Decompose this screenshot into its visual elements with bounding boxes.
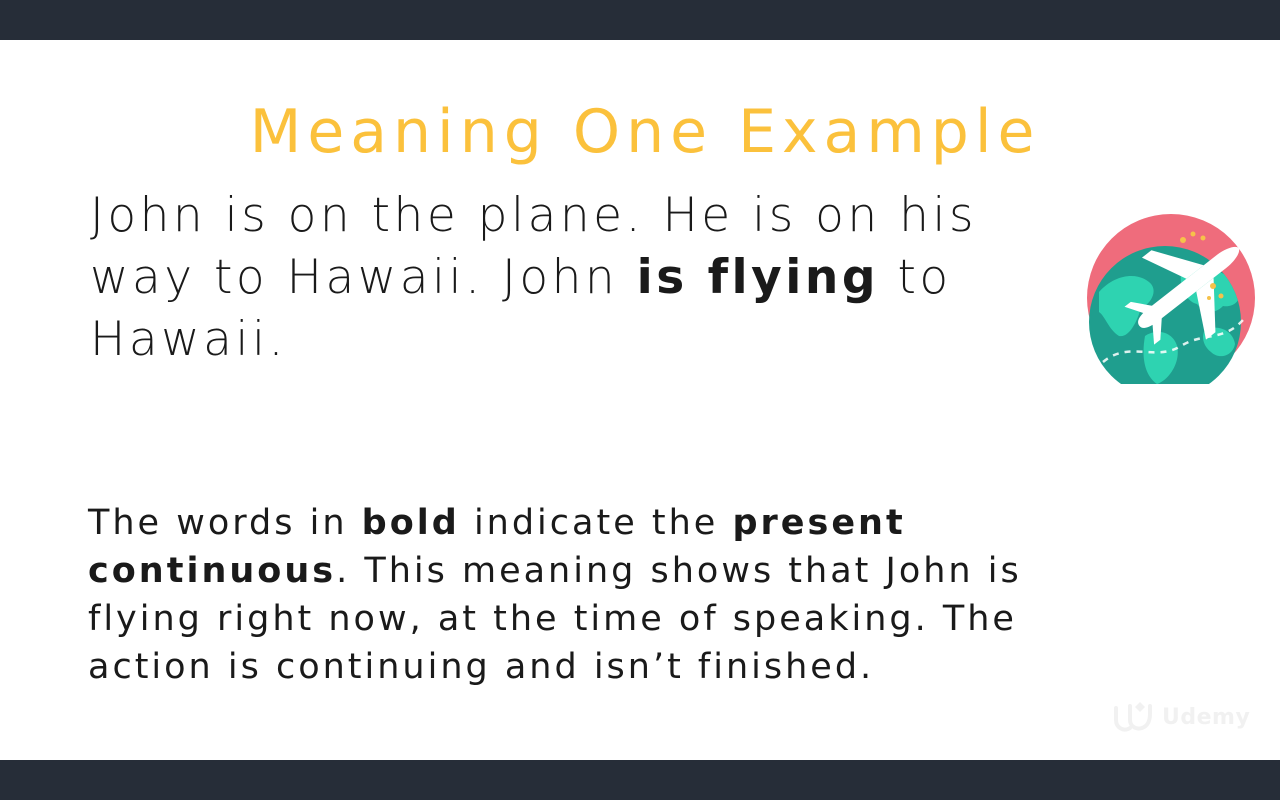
slide-title: Meaning One Example bbox=[249, 97, 1041, 167]
explanation-text: The words in bold indicate the present c… bbox=[88, 499, 1128, 691]
slide: Meaning One Example John is on the plane… bbox=[0, 40, 1280, 760]
example-bold-text: is flying bbox=[636, 250, 879, 305]
globe-airplane-icon bbox=[1085, 212, 1257, 398]
udemy-watermark: Udemy bbox=[1112, 700, 1250, 734]
udemy-logo-icon bbox=[1114, 702, 1152, 732]
explanation-text-part: The words in bbox=[88, 503, 362, 543]
watermark-text: Udemy bbox=[1162, 704, 1251, 730]
explanation-text-part: indicate the bbox=[459, 503, 733, 543]
explanation-bold-text: bold bbox=[361, 503, 460, 543]
example-text: John is on the plane. He is on his way t… bbox=[90, 185, 1090, 371]
video-frame: Meaning One Example John is on the plane… bbox=[0, 0, 1280, 800]
